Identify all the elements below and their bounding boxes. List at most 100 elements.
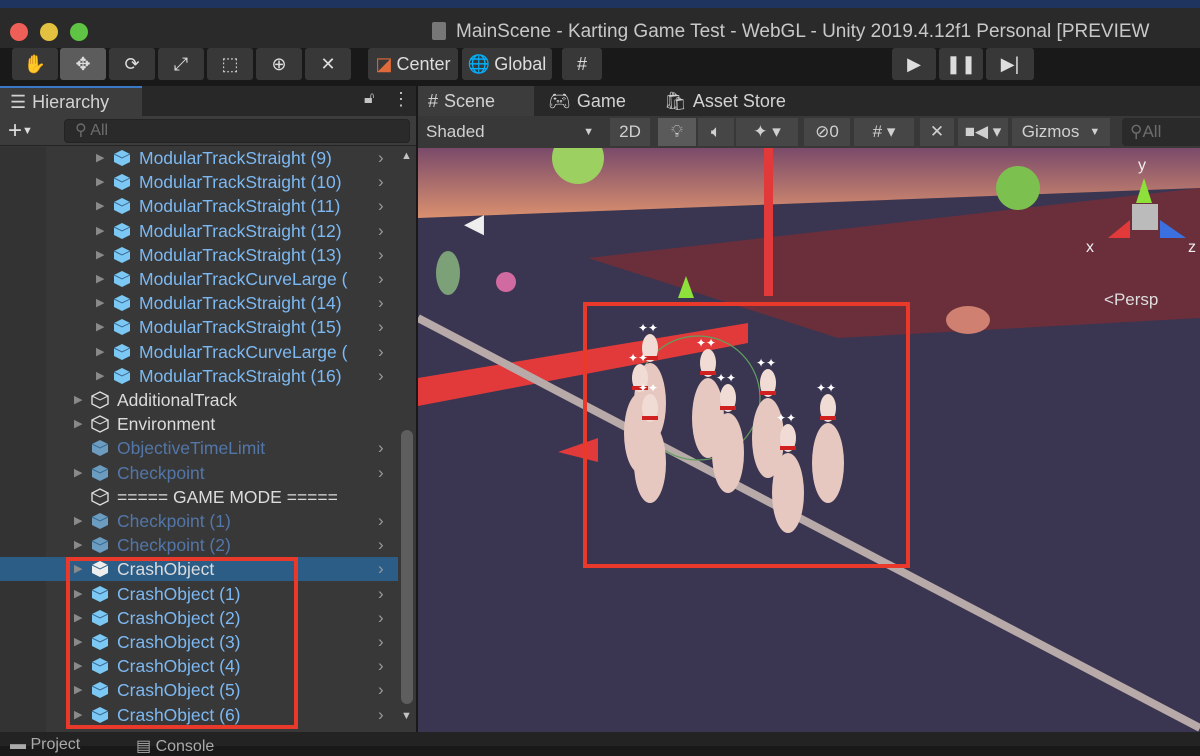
scene-view[interactable]: ✦✦ ✦✦ ✦✦ ✦✦ ✦✦ ✦✦ ✦✦ ✦✦ y x z <Persp ◀: [418, 148, 1200, 732]
chevron-right-icon[interactable]: ›: [378, 533, 384, 557]
hierarchy-row[interactable]: ▶ ModularTrackCurveLarge (›: [0, 340, 398, 364]
chevron-right-icon[interactable]: ›: [378, 146, 384, 170]
hierarchy-row[interactable]: ▶ Checkpoint (1) ›: [0, 509, 398, 533]
chevron-right-icon[interactable]: ›: [378, 291, 384, 315]
chevron-right-icon[interactable]: ›: [378, 364, 384, 388]
hierarchy-row[interactable]: ▶ AdditionalTrack: [0, 388, 398, 412]
chevron-right-icon[interactable]: ›: [378, 703, 384, 727]
pivot-toggle[interactable]: ◪ Center: [368, 48, 458, 80]
hierarchy-row[interactable]: ▶ Environment: [0, 412, 398, 436]
expand-arrow-icon[interactable]: ▶: [96, 340, 104, 364]
hand-icon: ✋: [23, 53, 47, 74]
chevron-right-icon[interactable]: ›: [378, 340, 384, 364]
expand-arrow-icon[interactable]: ▶: [96, 315, 104, 339]
expand-arrow-icon[interactable]: ▶: [74, 509, 82, 533]
hierarchy-row[interactable]: ▶ ModularTrackStraight (13) ›: [0, 243, 398, 267]
chevron-right-icon[interactable]: ›: [378, 630, 384, 654]
expand-arrow-icon[interactable]: ▶: [96, 219, 104, 243]
chevron-right-icon[interactable]: ›: [378, 267, 384, 291]
pause-button[interactable]: ❚❚: [939, 48, 983, 80]
transform-tool-button[interactable]: ⊕: [256, 48, 302, 80]
hierarchy-row[interactable]: ▶ ModularTrackStraight (15) ›: [0, 315, 398, 339]
expand-arrow-icon[interactable]: ▶: [96, 243, 104, 267]
hierarchy-row[interactable]: ▶ Checkpoint ›: [0, 461, 398, 485]
expand-arrow-icon[interactable]: ▶: [96, 291, 104, 315]
move-tool-button[interactable]: ✥: [60, 48, 106, 80]
step-button[interactable]: ▶|: [986, 48, 1034, 80]
tab-game[interactable]: 🎮︎ Game: [538, 86, 648, 116]
chevron-right-icon[interactable]: ›: [378, 315, 384, 339]
hierarchy-row[interactable]: ===== GAME MODE =====: [0, 485, 398, 509]
expand-arrow-icon[interactable]: ▶: [74, 533, 82, 557]
hand-tool-button[interactable]: ✋: [12, 48, 58, 80]
chevron-right-icon[interactable]: ›: [378, 219, 384, 243]
title-bar: MainScene - Karting Game Test - WebGL - …: [0, 0, 1200, 48]
lock-icon[interactable]: 🔓︎: [364, 90, 374, 108]
chevron-right-icon[interactable]: ›: [378, 678, 384, 702]
hierarchy-row-label: ObjectiveTimeLimit: [117, 438, 266, 459]
grid-dropdown[interactable]: # ▾: [854, 118, 914, 146]
hierarchy-row[interactable]: ▶ ModularTrackStraight (10) ›: [0, 170, 398, 194]
expand-arrow-icon[interactable]: ▶: [96, 146, 104, 170]
shading-mode-dropdown[interactable]: Shaded ▼: [418, 118, 602, 146]
expand-arrow-icon[interactable]: ▶: [74, 412, 82, 436]
rect-tool-button[interactable]: ⬚: [207, 48, 253, 80]
chevron-right-icon[interactable]: ›: [378, 509, 384, 533]
lighting-toggle[interactable]: 💡︎: [658, 118, 696, 146]
scroll-down-icon[interactable]: ▼: [401, 710, 412, 722]
rotate-tool-button[interactable]: ⟳: [109, 48, 155, 80]
2d-toggle[interactable]: 2D: [610, 118, 650, 146]
chevron-right-icon[interactable]: ›: [378, 606, 384, 630]
hierarchy-row[interactable]: ▶ ModularTrackStraight (16) ›: [0, 364, 398, 388]
hierarchy-row[interactable]: ▶ ModularTrackStraight (14) ›: [0, 291, 398, 315]
hierarchy-row[interactable]: ▶ ModularTrackCurveLarge (›: [0, 267, 398, 291]
play-button[interactable]: ▶: [892, 48, 936, 80]
maximize-window-button[interactable]: [70, 23, 88, 41]
scrollbar-thumb[interactable]: [401, 430, 413, 704]
tab-project[interactable]: ▬ Project: [10, 736, 80, 754]
snap-button[interactable]: #: [562, 48, 602, 80]
scene-search-input[interactable]: ⚲ All: [1122, 118, 1200, 146]
chevron-right-icon[interactable]: ›: [378, 557, 384, 581]
gizmos-dropdown[interactable]: Gizmos ▼: [1012, 118, 1110, 146]
tab-console[interactable]: ▤ Console: [136, 736, 214, 756]
chevron-right-icon[interactable]: ›: [378, 436, 384, 460]
tab-hierarchy[interactable]: ☰ Hierarchy: [0, 86, 142, 116]
close-window-button[interactable]: [10, 23, 28, 41]
chevron-right-icon[interactable]: ›: [378, 582, 384, 606]
audio-toggle[interactable]: 🔈︎: [698, 118, 734, 146]
space-toggle[interactable]: 🌐 Global: [462, 48, 552, 80]
chevron-right-icon[interactable]: ›: [378, 654, 384, 678]
scale-tool-button[interactable]: ⤢: [158, 48, 204, 80]
expand-arrow-icon[interactable]: ▶: [74, 461, 82, 485]
persp-label[interactable]: <Persp: [1104, 290, 1158, 309]
hierarchy-row-label: ModularTrackStraight (10): [139, 172, 342, 193]
hierarchy-row[interactable]: ▶ ModularTrackStraight (9) ›: [0, 146, 398, 170]
tab-asset-store[interactable]: 🛍︎ Asset Store: [654, 86, 804, 116]
camera-dropdown[interactable]: ■◀ ▾: [958, 118, 1008, 146]
chevron-right-icon[interactable]: ›: [378, 194, 384, 218]
hierarchy-row[interactable]: ▶ ModularTrackStraight (11) ›: [0, 194, 398, 218]
tools-toggle[interactable]: ✕: [920, 118, 954, 146]
hierarchy-row[interactable]: ObjectiveTimeLimit ›: [0, 436, 398, 460]
chevron-right-icon[interactable]: ›: [378, 170, 384, 194]
scroll-up-icon[interactable]: ▲: [401, 150, 412, 162]
chevron-right-icon[interactable]: ›: [378, 461, 384, 485]
hierarchy-row-label: ModularTrackStraight (11): [139, 196, 341, 217]
hidden-objects-toggle[interactable]: ⊘ 0: [804, 118, 850, 146]
hierarchy-row[interactable]: ▶ Checkpoint (2) ›: [0, 533, 398, 557]
effects-dropdown[interactable]: ✦ ▾: [736, 118, 798, 146]
expand-arrow-icon[interactable]: ▶: [74, 388, 82, 412]
minimize-window-button[interactable]: [40, 23, 58, 41]
expand-arrow-icon[interactable]: ▶: [96, 267, 104, 291]
expand-arrow-icon[interactable]: ▶: [96, 170, 104, 194]
hierarchy-row[interactable]: ▶ ModularTrackStraight (12) ›: [0, 219, 398, 243]
chevron-right-icon[interactable]: ›: [378, 243, 384, 267]
tab-scene[interactable]: # Scene: [418, 86, 534, 116]
more-options-icon[interactable]: ⋮: [392, 89, 410, 110]
custom-tool-button[interactable]: ✕: [305, 48, 351, 80]
hierarchy-search-input[interactable]: ⚲ All: [64, 119, 410, 143]
expand-arrow-icon[interactable]: ▶: [96, 364, 104, 388]
expand-arrow-icon[interactable]: ▶: [96, 194, 104, 218]
add-object-button[interactable]: +▼: [8, 117, 33, 145]
